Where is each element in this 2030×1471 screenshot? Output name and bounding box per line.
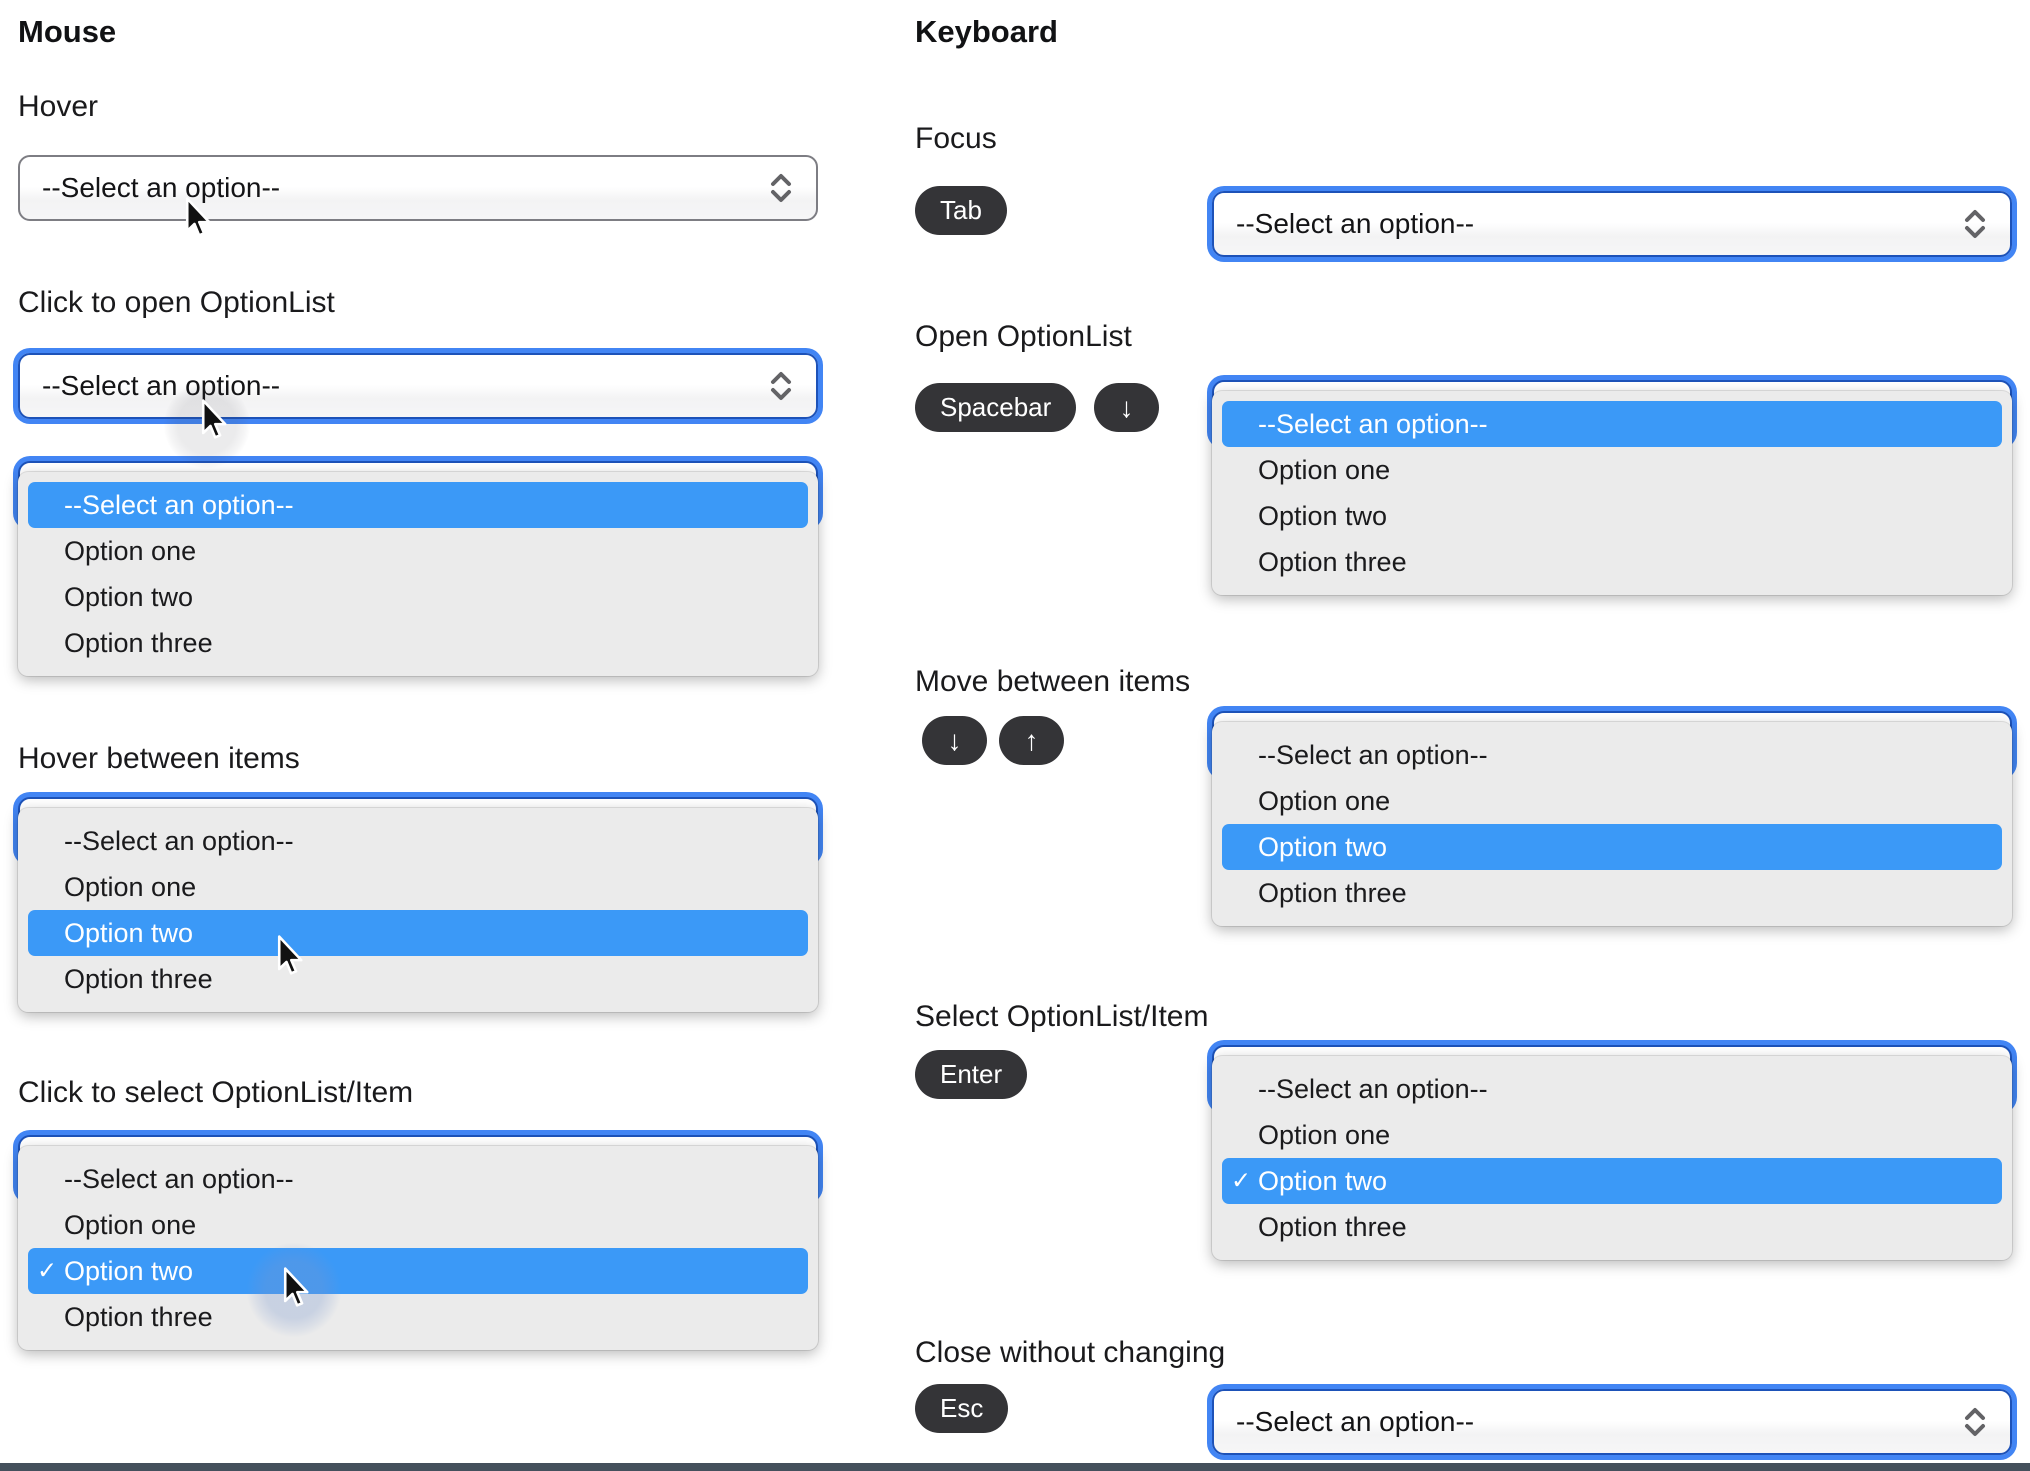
option-item[interactable]: Option two bbox=[1222, 493, 2002, 539]
open-optionlist: --Select an option-- Option one ✓ Option… bbox=[1206, 1038, 2018, 1268]
option-list: --Select an option-- Option one ✓ Option… bbox=[18, 1146, 818, 1350]
option-item[interactable]: Option three bbox=[1222, 870, 2002, 916]
select-trigger[interactable]: --Select an option-- bbox=[18, 155, 818, 221]
close-without-changing-label: Close without changing bbox=[915, 1336, 1226, 1369]
cursor-icon bbox=[185, 197, 211, 237]
option-item[interactable]: Option one bbox=[1222, 1112, 2002, 1158]
focus-label: Focus bbox=[915, 122, 997, 155]
option-item-hovered[interactable]: Option two bbox=[28, 910, 808, 956]
click-to-select-label: Click to select OptionList/Item bbox=[18, 1076, 414, 1109]
option-item[interactable]: Option one bbox=[28, 864, 808, 910]
spacebar-key: Spacebar bbox=[915, 383, 1077, 432]
select-value: --Select an option-- bbox=[1236, 1406, 1475, 1437]
hover-between-items-label: Hover between items bbox=[18, 742, 300, 775]
option-item[interactable]: Option one bbox=[28, 528, 808, 574]
optionlist-interaction-docs: Mouse Hover --Select an option-- Click t… bbox=[0, 0, 2030, 1471]
next-section-divider bbox=[0, 1463, 2030, 1471]
move-between-items-label: Move between items bbox=[915, 665, 1191, 698]
option-item[interactable]: Option three bbox=[28, 620, 808, 666]
option-item-selected[interactable]: ✓ Option two bbox=[28, 1248, 808, 1294]
open-optionlist: --Select an option-- Option one Option t… bbox=[12, 790, 824, 1020]
option-item[interactable]: Option one bbox=[28, 1202, 808, 1248]
open-optionlist: --Select an option-- Option one ✓ Option… bbox=[12, 1128, 824, 1358]
option-list: --Select an option-- Option one ✓ Option… bbox=[1212, 1056, 2012, 1260]
cursor-icon bbox=[283, 1267, 309, 1307]
option-item[interactable]: --Select an option-- bbox=[28, 1156, 808, 1202]
select-value: --Select an option-- bbox=[42, 172, 281, 203]
option-item[interactable]: --Select an option-- bbox=[28, 818, 808, 864]
arrow-up-key: ↑ bbox=[999, 716, 1064, 765]
tab-key: Tab bbox=[915, 186, 1007, 235]
option-item[interactable]: --Select an option-- bbox=[1222, 1066, 2002, 1112]
option-item[interactable]: --Select an option-- bbox=[1222, 401, 2002, 447]
option-item[interactable]: Option three bbox=[1222, 539, 2002, 585]
option-item-selected[interactable]: ✓ Option two bbox=[1222, 1158, 2002, 1204]
check-icon: ✓ bbox=[37, 1257, 58, 1285]
select-optionlist-item-label: Select OptionList/Item bbox=[915, 1000, 1209, 1033]
open-optionlist-label: Open OptionList bbox=[915, 320, 1132, 353]
select-value: --Select an option-- bbox=[42, 370, 281, 401]
cursor-icon bbox=[201, 399, 227, 439]
arrow-down-key: ↓ bbox=[922, 716, 987, 765]
chevron-updown-icon bbox=[1965, 210, 1985, 238]
hover-label: Hover bbox=[18, 90, 99, 123]
option-item[interactable]: Option three bbox=[28, 956, 808, 1002]
option-item-active[interactable]: Option two bbox=[1222, 824, 2002, 870]
check-icon: ✓ bbox=[1231, 1167, 1252, 1195]
select-trigger-focused[interactable]: --Select an option-- bbox=[1212, 1389, 2012, 1455]
mouse-title: Mouse bbox=[18, 14, 117, 49]
chevron-updown-icon bbox=[771, 372, 791, 400]
arrow-down-key: ↓ bbox=[1094, 383, 1159, 432]
option-list: --Select an option-- Option one Option t… bbox=[18, 472, 818, 676]
open-optionlist: --Select an option-- Option one Option t… bbox=[1206, 704, 2018, 934]
option-list: --Select an option-- Option one Option t… bbox=[18, 808, 818, 1012]
cursor-icon bbox=[277, 935, 303, 975]
click-to-open-label: Click to open OptionList bbox=[18, 286, 335, 319]
keyboard-title: Keyboard bbox=[915, 14, 1058, 49]
option-item[interactable]: Option one bbox=[1222, 447, 2002, 493]
enter-key: Enter bbox=[915, 1050, 1028, 1099]
option-item[interactable]: Option three bbox=[28, 1294, 808, 1340]
option-item[interactable]: --Select an option-- bbox=[1222, 732, 2002, 778]
select-trigger-focused[interactable]: --Select an option-- bbox=[1212, 191, 2012, 257]
esc-key: Esc bbox=[915, 1384, 1009, 1433]
open-optionlist: --Select an option-- Option one Option t… bbox=[1206, 373, 2018, 603]
option-list: --Select an option-- Option one Option t… bbox=[1212, 391, 2012, 595]
chevron-updown-icon bbox=[1965, 1408, 1985, 1436]
open-optionlist: --Select an option-- Option one Option t… bbox=[12, 454, 824, 684]
option-item[interactable]: Option three bbox=[1222, 1204, 2002, 1250]
option-list: --Select an option-- Option one Option t… bbox=[1212, 722, 2012, 926]
select-value: --Select an option-- bbox=[1236, 208, 1475, 239]
select-trigger-focused[interactable]: --Select an option-- bbox=[18, 353, 818, 419]
option-item[interactable]: Option two bbox=[28, 574, 808, 620]
option-item[interactable]: Option one bbox=[1222, 778, 2002, 824]
option-item[interactable]: --Select an option-- bbox=[28, 482, 808, 528]
chevron-updown-icon bbox=[771, 174, 791, 202]
